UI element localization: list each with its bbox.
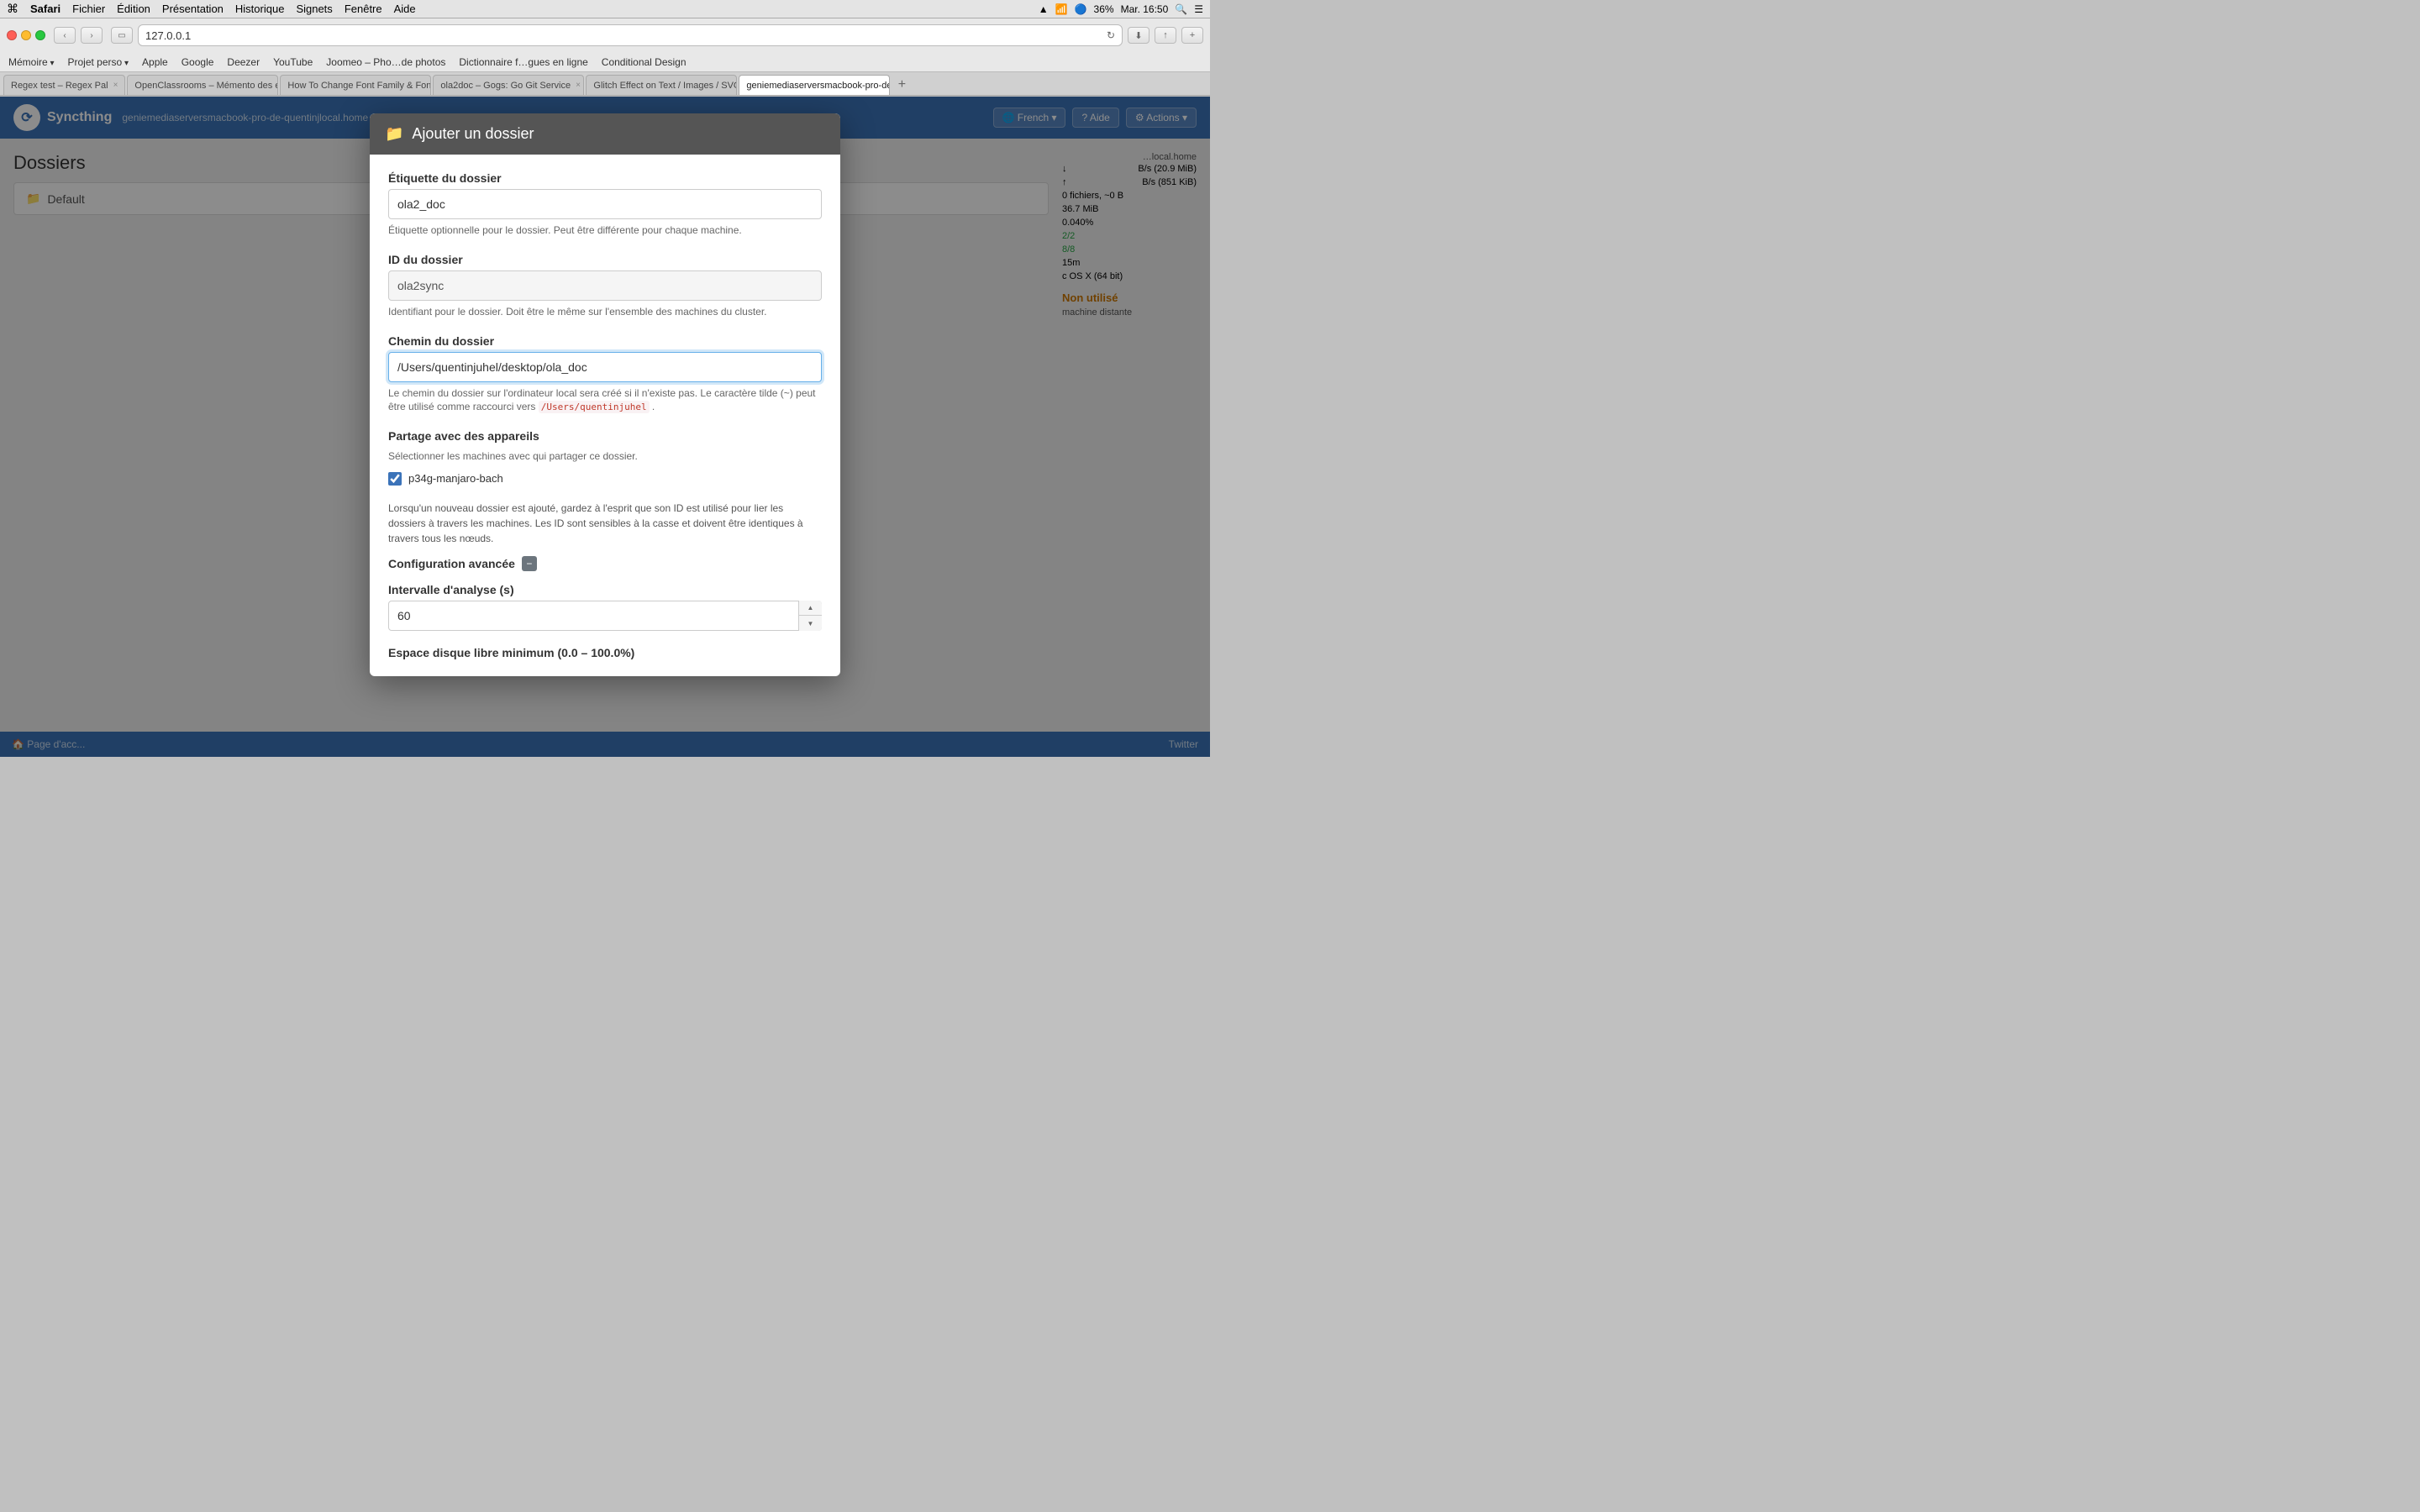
chemin-label: Chemin du dossier xyxy=(388,334,822,348)
chemin-input[interactable] xyxy=(388,352,822,382)
fenetre-menu[interactable]: Fenêtre xyxy=(345,3,382,15)
id-label: ID du dossier xyxy=(388,253,822,266)
modal-header: 📁 Ajouter un dossier xyxy=(370,113,840,155)
tab-0[interactable]: Regex test – Regex Pal × xyxy=(3,75,125,95)
edition-menu[interactable]: Édition xyxy=(117,3,150,15)
add-to-reading-list-button[interactable]: + xyxy=(1181,27,1203,44)
etiquette-input[interactable] xyxy=(388,189,822,219)
advanced-collapse-button[interactable]: − xyxy=(522,556,537,571)
tabs-bar: Regex test – Regex Pal × OpenClassrooms … xyxy=(0,72,1210,96)
bookmark-apple[interactable]: Apple xyxy=(142,56,168,68)
partage-hint: Sélectionner les machines avec qui parta… xyxy=(388,449,822,464)
browser-chrome: ‹ › ▭ 127.0.0.1 ↻ ⬇ ↑ + Mémoire Projet p… xyxy=(0,18,1210,97)
bookmark-conditional[interactable]: Conditional Design xyxy=(602,56,687,68)
share-button[interactable]: ↑ xyxy=(1155,27,1176,44)
bookmarks-bar: Mémoire Projet perso Apple Google Deezer… xyxy=(0,52,1210,72)
tab-5[interactable]: geniemediaserversmacbook-pro-de-... × xyxy=(739,75,890,95)
intervalle-spinner-wrap: ▲ ▼ xyxy=(388,601,822,631)
traffic-lights xyxy=(7,30,45,40)
id-hint: Identifiant pour le dossier. Doit être l… xyxy=(388,305,822,319)
chemin-group: Chemin du dossier Le chemin du dossier s… xyxy=(388,334,822,415)
fichier-menu[interactable]: Fichier xyxy=(72,3,105,15)
download-button[interactable]: ⬇ xyxy=(1128,27,1150,44)
presentation-menu[interactable]: Présentation xyxy=(162,3,224,15)
machine-label: p34g-manjaro-bach xyxy=(408,472,503,485)
tab-1[interactable]: OpenClassrooms – Mémento des ex... × xyxy=(127,75,278,95)
note-text: Lorsqu'un nouveau dossier est ajouté, ga… xyxy=(388,501,822,546)
sidebar-toggle-button[interactable]: ▭ xyxy=(111,27,133,44)
menu-extras-icon[interactable]: ☰ xyxy=(1194,3,1203,15)
spinner-up-button[interactable]: ▲ xyxy=(799,601,822,617)
id-group: ID du dossier Identifiant pour le dossie… xyxy=(388,253,822,319)
intervalle-input[interactable] xyxy=(388,601,822,631)
bookmark-projet[interactable]: Projet perso xyxy=(68,56,129,68)
tab-3[interactable]: ola2doc – Gogs: Go Git Service × xyxy=(433,75,584,95)
bookmark-dictionnaire[interactable]: Dictionnaire f…gues en ligne xyxy=(459,56,587,68)
minimize-window-button[interactable] xyxy=(21,30,31,40)
bookmark-deezer[interactable]: Deezer xyxy=(227,56,260,68)
address-bar[interactable]: 127.0.0.1 ↻ xyxy=(138,24,1123,46)
historique-menu[interactable]: Historique xyxy=(235,3,285,15)
bookmark-google[interactable]: Google xyxy=(182,56,214,68)
modal-title: Ajouter un dossier xyxy=(412,125,534,143)
tab-close-3[interactable]: × xyxy=(576,81,581,90)
aide-menu[interactable]: Aide xyxy=(394,3,416,15)
chemin-hint: Le chemin du dossier sur l'ordinateur lo… xyxy=(388,386,822,415)
apple-menu[interactable]: ⌘ xyxy=(7,2,18,16)
intervalle-label: Intervalle d'analyse (s) xyxy=(388,583,822,596)
menu-bar: ⌘ Safari Fichier Édition Présentation Hi… xyxy=(0,0,1210,18)
spotlight-icon[interactable]: 🔍 xyxy=(1175,3,1187,15)
modal-dialog: 📁 Ajouter un dossier Étiquette du dossie… xyxy=(370,113,840,676)
id-input[interactable] xyxy=(388,270,822,301)
bookmark-joomeo[interactable]: Joomeo – Pho…de photos xyxy=(326,56,445,68)
etiquette-label: Étiquette du dossier xyxy=(388,171,822,185)
battery-indicator: 36% xyxy=(1094,3,1114,15)
bookmark-memoire[interactable]: Mémoire xyxy=(8,56,55,68)
etiquette-group: Étiquette du dossier Étiquette optionnel… xyxy=(388,171,822,238)
bookmark-youtube[interactable]: YouTube xyxy=(273,56,313,68)
chemin-hint-code: /Users/quentinjuhel xyxy=(539,401,650,413)
wifi-icon: 📶 xyxy=(1055,3,1068,15)
chemin-hint-after: . xyxy=(652,401,655,412)
bluetooth-icon: 🔵 xyxy=(1075,3,1087,15)
clock: Mar. 16:50 xyxy=(1121,3,1169,15)
advanced-section: Configuration avancée − Intervalle d'ana… xyxy=(388,556,822,659)
menu-bar-right: ▲ 📶 🔵 36% Mar. 16:50 🔍 ☰ xyxy=(1039,3,1203,15)
tab-4[interactable]: Glitch Effect on Text / Images / SVG... … xyxy=(586,75,737,95)
machine-checkbox-row: p34g-manjaro-bach xyxy=(388,472,822,486)
page-content: ⟳ Syncthing geniemediaserversmacbook-pro… xyxy=(0,97,1210,757)
machine-checkbox[interactable] xyxy=(388,472,402,486)
spinner-down-button[interactable]: ▼ xyxy=(799,616,822,631)
intervalle-group: Intervalle d'analyse (s) ▲ ▼ xyxy=(388,583,822,631)
dropbox-icon: ▲ xyxy=(1039,3,1049,15)
tab-2[interactable]: How To Change Font Family & Font... × xyxy=(280,75,431,95)
etiquette-hint: Étiquette optionnelle pour le dossier. P… xyxy=(388,223,822,238)
address-text: 127.0.0.1 xyxy=(145,29,191,42)
back-button[interactable]: ‹ xyxy=(54,27,76,44)
fullscreen-window-button[interactable] xyxy=(35,30,45,40)
reload-button[interactable]: ↻ xyxy=(1107,29,1115,41)
forward-button[interactable]: › xyxy=(81,27,103,44)
safari-menu[interactable]: Safari xyxy=(30,3,60,15)
new-tab-button[interactable]: + xyxy=(892,75,912,95)
espace-label: Espace disque libre minimum (0.0 – 100.0… xyxy=(388,646,822,659)
partage-title: Partage avec des appareils xyxy=(388,429,822,443)
advanced-title: Configuration avancée − xyxy=(388,556,822,571)
modal-overlay[interactable]: 📁 Ajouter un dossier Étiquette du dossie… xyxy=(0,97,1210,757)
partage-group: Partage avec des appareils Sélectionner … xyxy=(388,429,822,486)
modal-folder-icon: 📁 xyxy=(385,125,403,143)
spinner-arrows: ▲ ▼ xyxy=(798,601,822,631)
modal-body: Étiquette du dossier Étiquette optionnel… xyxy=(370,155,840,676)
signets-menu[interactable]: Signets xyxy=(296,3,332,15)
close-window-button[interactable] xyxy=(7,30,17,40)
tab-close-0[interactable]: × xyxy=(113,81,118,90)
